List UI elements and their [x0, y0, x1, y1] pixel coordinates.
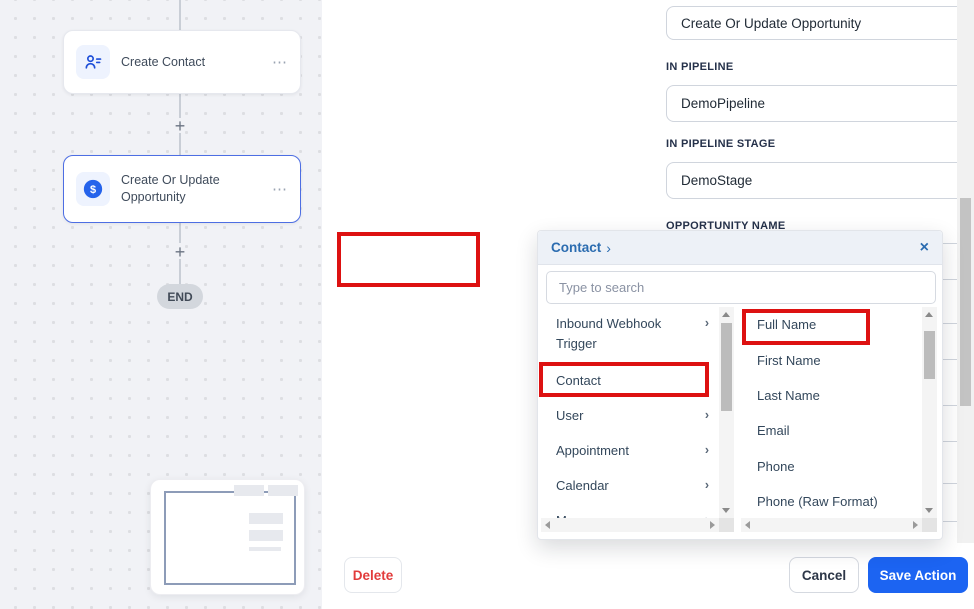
panel-scrollbar[interactable]	[957, 0, 974, 543]
minimap-block	[234, 485, 264, 496]
chevron-right-icon: ›	[705, 511, 709, 518]
end-node: END	[157, 284, 203, 309]
scroll-down-icon[interactable]	[722, 508, 730, 513]
picker-field-last-name[interactable]: Last Name	[741, 378, 921, 413]
scrollbar-thumb[interactable]	[924, 331, 935, 379]
picker-category-list: Inbound Webhook Trigger › Contact › User…	[541, 307, 719, 518]
field-label-in-pipeline: IN PIPELINE	[666, 61, 733, 73]
action-name-input[interactable]	[666, 6, 974, 40]
scroll-left-icon[interactable]	[545, 521, 550, 529]
minimap-block	[268, 485, 298, 496]
in-pipeline-stage-select[interactable]: DemoStage	[666, 162, 974, 199]
workflow-builder-screen: Create Contact ⋯ + $ Create Or Update Op…	[0, 0, 974, 609]
connector-line	[179, 259, 181, 284]
picker-search-input[interactable]	[546, 271, 936, 304]
node-label: Create Or Update Opportunity	[121, 172, 261, 206]
picker-field-first-name[interactable]: First Name	[741, 342, 921, 377]
chevron-right-icon: ›	[705, 314, 709, 333]
custom-values-picker: Contact › × Inbound Webhook Trigger › Co…	[537, 230, 943, 540]
delete-button[interactable]: Delete	[344, 557, 402, 593]
chevron-right-icon: ›	[705, 371, 709, 390]
category-label: Contact	[556, 371, 699, 391]
field-list-scrollbar[interactable]	[922, 307, 937, 518]
canvas-minimap[interactable]	[150, 479, 305, 595]
picker-field-list: Full Name First Name Last Name Email Pho…	[741, 307, 921, 518]
picker-field-phone[interactable]: Phone	[741, 449, 921, 484]
workflow-node-create-or-update-opportunity[interactable]: $ Create Or Update Opportunity ⋯	[63, 155, 301, 223]
chevron-right-icon: ›	[705, 406, 709, 425]
node-menu-ellipsis-icon[interactable]: ⋯	[272, 53, 288, 71]
category-label: User	[556, 406, 699, 426]
scroll-down-icon[interactable]	[925, 508, 933, 513]
scrollbar-thumb[interactable]	[721, 323, 732, 411]
category-label: Message	[556, 511, 699, 518]
picker-category-appointment[interactable]: Appointment ›	[541, 432, 719, 467]
picker-field-full-name[interactable]: Full Name	[741, 307, 921, 342]
category-label: Inbound Webhook Trigger	[556, 314, 699, 353]
add-step-button[interactable]: +	[169, 243, 191, 261]
scrollbar-corner	[719, 518, 734, 532]
node-menu-ellipsis-icon[interactable]: ⋯	[272, 180, 288, 198]
picker-category-calendar[interactable]: Calendar ›	[541, 467, 719, 502]
picker-breadcrumb[interactable]: Contact	[551, 240, 601, 255]
scroll-right-icon[interactable]	[913, 521, 918, 529]
save-action-button[interactable]: Save Action	[868, 557, 968, 593]
scroll-up-icon[interactable]	[722, 312, 730, 317]
connector-line	[179, 94, 181, 118]
scroll-right-icon[interactable]	[710, 521, 715, 529]
category-label: Calendar	[556, 476, 699, 496]
cancel-button[interactable]: Cancel	[789, 557, 859, 593]
in-pipeline-value: DemoPipeline	[681, 96, 765, 111]
add-step-button[interactable]: +	[169, 117, 191, 135]
scroll-up-icon[interactable]	[925, 312, 933, 317]
field-list-hscrollbar[interactable]	[741, 518, 922, 532]
field-label-in-pipeline-stage: IN PIPELINE STAGE	[666, 138, 775, 150]
category-label: Appointment	[556, 441, 699, 461]
dollar-icon: $	[76, 172, 110, 206]
chevron-right-icon: ›	[705, 476, 709, 495]
minimap-block	[249, 530, 283, 541]
picker-category-user[interactable]: User ›	[541, 397, 719, 432]
chevron-right-icon: ›	[705, 441, 709, 460]
close-icon[interactable]: ×	[920, 240, 929, 256]
scrollbar-corner	[922, 518, 937, 532]
picker-category-contact[interactable]: Contact ›	[541, 362, 719, 397]
workflow-canvas[interactable]: Create Contact ⋯ + $ Create Or Update Op…	[0, 0, 322, 609]
category-list-scrollbar[interactable]	[719, 307, 734, 518]
minimap-block	[249, 513, 283, 524]
picker-category-message[interactable]: Message ›	[541, 502, 719, 518]
breadcrumb-chevron-icon: ›	[606, 240, 611, 256]
picker-category-inbound-webhook-trigger[interactable]: Inbound Webhook Trigger ›	[541, 307, 719, 362]
workflow-node-create-contact[interactable]: Create Contact ⋯	[63, 30, 301, 94]
in-pipeline-select[interactable]: DemoPipeline	[666, 85, 974, 122]
minimap-block	[249, 547, 281, 551]
contact-person-icon	[76, 45, 110, 79]
picker-field-email[interactable]: Email	[741, 413, 921, 448]
scroll-left-icon[interactable]	[745, 521, 750, 529]
connector-line	[179, 133, 181, 155]
picker-field-phone-raw-format[interactable]: Phone (Raw Format)	[741, 484, 921, 518]
category-list-hscrollbar[interactable]	[541, 518, 719, 532]
connector-line	[179, 0, 181, 30]
panel-scrollbar-thumb[interactable]	[960, 198, 971, 406]
in-pipeline-stage-value: DemoStage	[681, 173, 752, 188]
svg-text:$: $	[90, 184, 96, 196]
connector-line	[179, 223, 181, 243]
node-label: Create Contact	[121, 54, 261, 71]
picker-header: Contact › ×	[538, 231, 942, 265]
